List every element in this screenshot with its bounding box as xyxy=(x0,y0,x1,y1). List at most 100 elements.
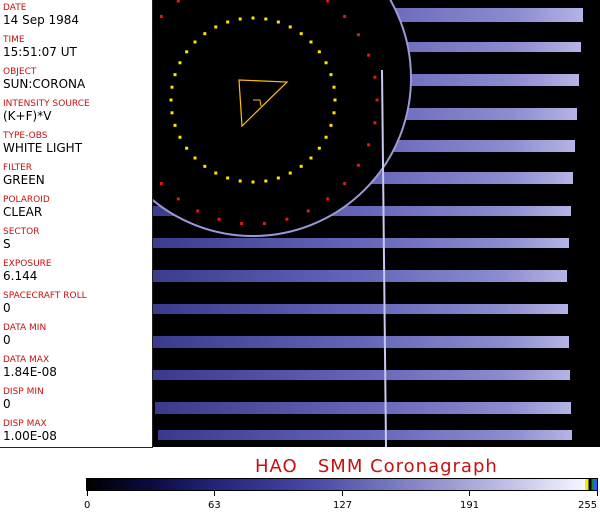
field-value: 1.00E-08 xyxy=(3,429,57,443)
field-value: 0 xyxy=(3,333,11,347)
colorbar-tick-mark xyxy=(597,491,598,496)
field-value: (K+F)*V xyxy=(3,109,52,123)
marker-dot xyxy=(329,123,333,127)
corona-band xyxy=(153,370,570,380)
corona-band xyxy=(153,336,569,348)
marker-dot xyxy=(288,171,292,175)
field-label: DATA MIN xyxy=(3,323,47,333)
colorbar-tick-label: 191 xyxy=(460,500,480,511)
field-label: TIME xyxy=(3,35,25,45)
marker-dot xyxy=(332,85,336,89)
marker-dot xyxy=(324,135,328,139)
field-value: S xyxy=(3,237,11,251)
marker-dot xyxy=(264,179,268,183)
marker-dot xyxy=(193,156,197,160)
field-data-min: DATA MIN 0 xyxy=(3,323,151,347)
marker-dot xyxy=(185,146,189,150)
marker-dot xyxy=(214,25,218,29)
marker-dot xyxy=(238,179,242,183)
field-label: DATE xyxy=(3,3,27,13)
marker-dot xyxy=(185,50,189,54)
marker-dot xyxy=(226,176,230,180)
field-type-obs: TYPE-OBS WHITE LIGHT xyxy=(3,131,151,155)
marker-dot xyxy=(324,61,328,65)
field-sector: SECTOR S xyxy=(3,227,151,251)
occulter-disk xyxy=(153,0,411,236)
colorbar-tick-label: 63 xyxy=(208,500,221,511)
corona-band xyxy=(153,270,567,282)
field-polaroid: POLAROID CLEAR xyxy=(3,195,151,219)
field-value: 6.144 xyxy=(3,269,38,283)
marker-dot xyxy=(326,197,330,201)
field-label: INTENSITY SOURCE xyxy=(3,99,90,109)
marker-dot xyxy=(251,180,255,184)
field-label: EXPOSURE xyxy=(3,259,52,269)
marker-dot xyxy=(373,75,377,79)
field-label: DATA MAX xyxy=(3,355,50,365)
marker-dot xyxy=(203,32,207,36)
field-disp-max: DISP MAX 1.00E-08 xyxy=(3,419,151,443)
corona-band xyxy=(155,402,571,414)
field-value: 15:51:07 UT xyxy=(3,45,77,59)
marker-dot xyxy=(238,17,242,21)
corona-band xyxy=(153,238,569,248)
field-date: DATE 14 Sep 1984 xyxy=(3,3,151,27)
corona-band xyxy=(153,304,568,314)
marker-dot xyxy=(317,146,321,150)
field-label: OBJECT xyxy=(3,67,37,77)
field-label: POLAROID xyxy=(3,195,50,205)
marker-dot xyxy=(170,85,174,89)
field-time: TIME 15:51:07 UT xyxy=(3,35,151,59)
marker-dot xyxy=(326,0,330,3)
marker-dot xyxy=(356,163,360,167)
field-filter: FILTER GREEN xyxy=(3,163,151,187)
marker-dot xyxy=(329,73,333,77)
marker-dot xyxy=(226,20,230,24)
marker-dot xyxy=(203,164,207,168)
color-bar xyxy=(86,478,598,491)
field-value: GREEN xyxy=(3,173,45,187)
colorbar-tick-mark xyxy=(214,491,215,496)
marker-dot xyxy=(375,98,379,102)
marker-dot xyxy=(169,98,173,102)
field-value: CLEAR xyxy=(3,205,43,219)
coronagraph-canvas xyxy=(153,0,583,447)
marker-dot xyxy=(306,209,310,213)
marker-dot xyxy=(176,0,180,3)
marker-dot xyxy=(367,143,371,147)
field-label: TYPE-OBS xyxy=(3,131,48,141)
field-spacecraft-roll: SPACECRAFT ROLL 0 xyxy=(3,291,151,315)
colorbar-tick-mark xyxy=(87,491,88,496)
marker-dot xyxy=(159,182,163,186)
marker-dot xyxy=(343,182,347,186)
colorbar-tick-label: 255 xyxy=(578,500,598,511)
coronagraph-image[interactable] xyxy=(153,0,600,447)
marker-dot xyxy=(288,25,292,29)
colorbar-tick-mark xyxy=(469,491,470,496)
marker-dot xyxy=(170,111,174,115)
info-panel: DATE 14 Sep 1984 TIME 15:51:07 UT OBJECT… xyxy=(0,0,153,448)
field-disp-min: DISP MIN 0 xyxy=(3,387,151,411)
corona-band xyxy=(158,430,572,440)
marker-dot xyxy=(264,17,268,21)
marker-dot xyxy=(373,121,377,125)
field-label: DISP MAX xyxy=(3,419,47,429)
marker-dot xyxy=(343,14,347,18)
color-bar-tail xyxy=(585,479,597,490)
marker-dot xyxy=(276,20,280,24)
marker-dot xyxy=(332,111,336,115)
field-data-max: DATA MAX 1.84E-08 xyxy=(3,355,151,379)
marker-dot xyxy=(309,40,313,44)
field-intensity-source: INTENSITY SOURCE (K+F)*V xyxy=(3,99,151,123)
colorbar-tick-label: 127 xyxy=(333,500,353,511)
field-label: SECTOR xyxy=(3,227,40,237)
colorbar-tick-mark xyxy=(342,491,343,496)
field-object: OBJECT SUN:CORONA xyxy=(3,67,151,91)
marker-dot xyxy=(367,53,371,57)
marker-dot xyxy=(173,123,177,127)
field-label: SPACECRAFT ROLL xyxy=(3,291,87,301)
marker-dot xyxy=(176,197,180,201)
field-exposure: EXPOSURE 6.144 xyxy=(3,259,151,283)
field-label: DISP MIN xyxy=(3,387,44,397)
field-value: 1.84E-08 xyxy=(3,365,57,379)
